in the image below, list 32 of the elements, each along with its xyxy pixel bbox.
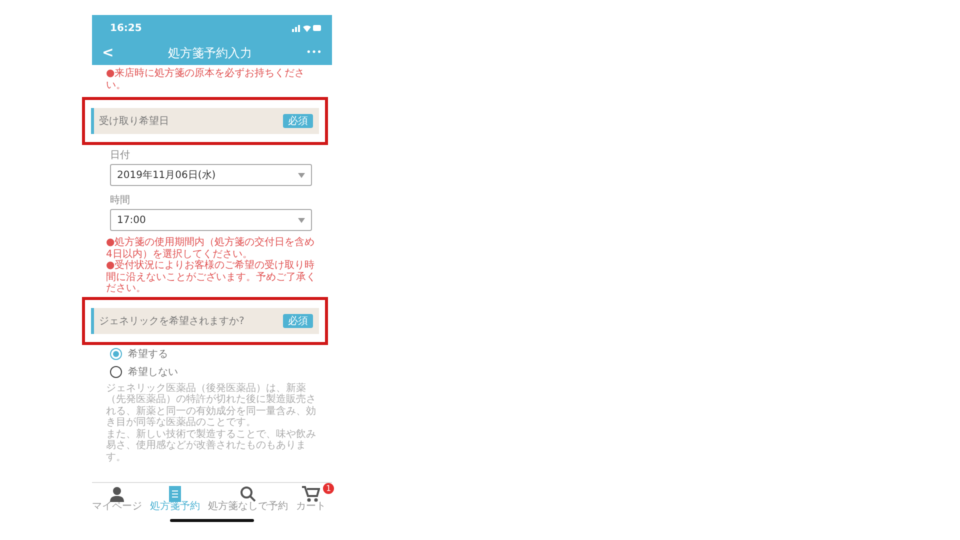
notice-text: ●受付状況によりお客様のご希望の受け取り時間に沿えないことがございます。予めご了承ください。 [105, 260, 317, 294]
radio-button[interactable] [110, 348, 122, 360]
cart-count-badge: 1 [323, 483, 334, 494]
section-title: 受け取り希望日 [99, 114, 169, 128]
notice-text: ●処方箋の使用期間内（処方箋の交付日を含め4日以内）を選択してください。 [105, 237, 316, 260]
status-icons [292, 24, 322, 32]
radio-button[interactable] [110, 366, 122, 378]
description-text: また、新しい技術で製造することで、味や飲み易さ、使用感などが改善されたものもあります。 [105, 428, 317, 463]
more-button[interactable]: ••• [306, 48, 322, 58]
notice-text: ●来店時に処方箋の原本を必ずお持ちください。 [105, 68, 306, 91]
screen-title: 処方箋予約入力 [168, 44, 252, 62]
cart-icon [302, 486, 320, 502]
radio-label: 希望する [128, 348, 168, 360]
status-time: 16:25 [109, 22, 142, 34]
tab-item[interactable]: 処方箋なしで予約 [208, 483, 296, 515]
field-label: 日付 [109, 149, 131, 162]
back-button[interactable]: < [102, 45, 114, 61]
select-field[interactable]: 17:00 [110, 209, 312, 231]
person-icon [109, 486, 125, 502]
tab-item[interactable]: マイページ [92, 483, 150, 515]
dropdown-icon [298, 218, 305, 222]
field-label: 時間 [109, 194, 131, 207]
search-icon [240, 486, 256, 502]
radio-label: 希望しない [128, 366, 178, 378]
document-icon [168, 486, 182, 502]
dropdown-icon [298, 172, 305, 178]
section-title: ジェネリックを希望されますか? [99, 314, 244, 328]
required-badge: 必須 [283, 114, 313, 128]
required-badge: 必須 [283, 314, 313, 328]
tab-item[interactable]: カート 1 [296, 483, 334, 515]
description-text: ジェネリック医薬品（後発医薬品）は、新薬（先発医薬品）の特許が切れた後に製造販売される、新薬と同一の有効成分を同一量含み、効き目が同等な医薬品のことです。 [105, 382, 317, 428]
select-field[interactable]: 2019年11月06日(水) [110, 164, 312, 186]
